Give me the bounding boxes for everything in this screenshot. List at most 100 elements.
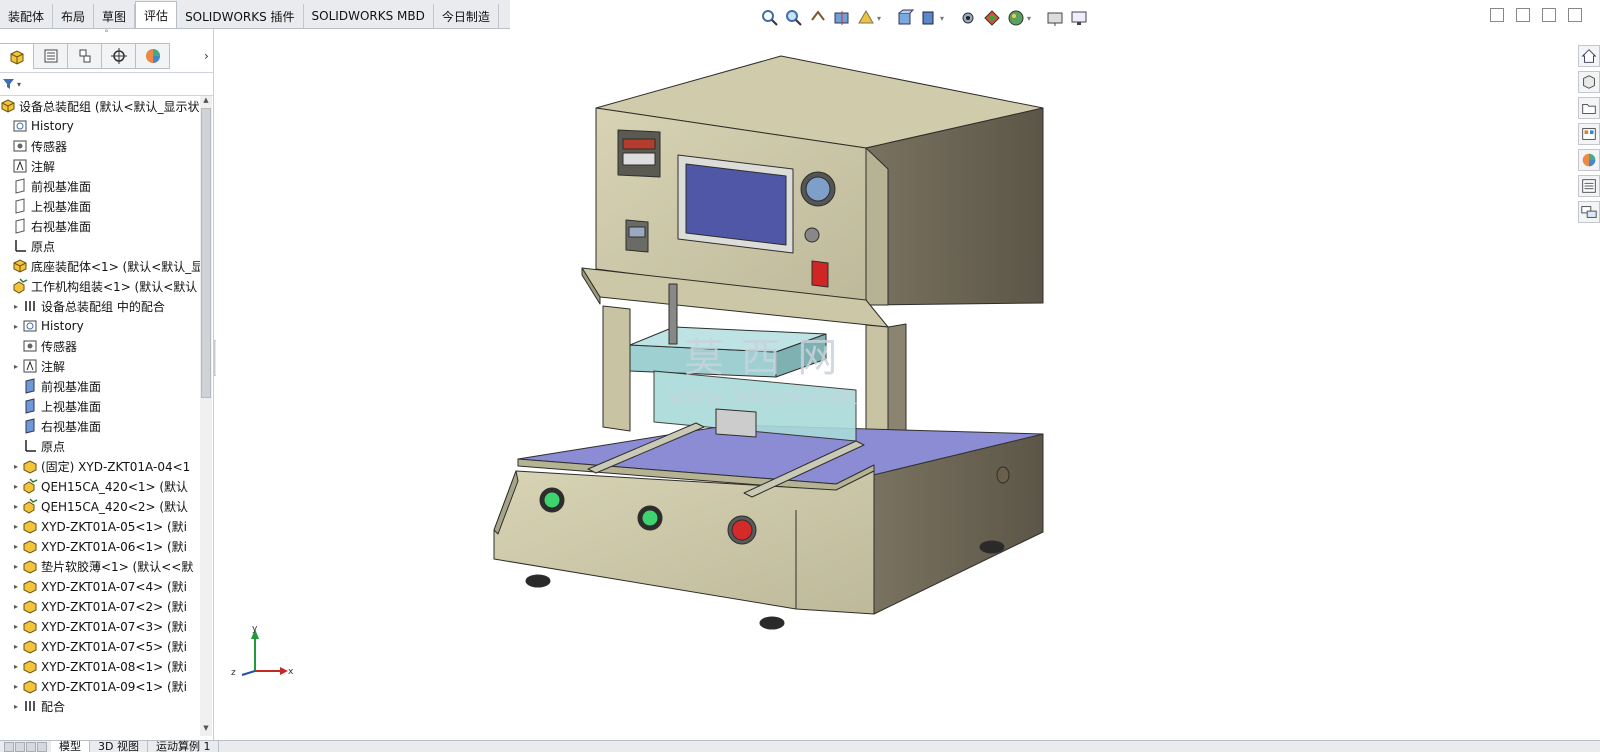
prev-tab-icon[interactable] xyxy=(15,741,25,752)
tree-item[interactable]: ▸ XYD-ZKT01A-05<1> (默i xyxy=(0,516,200,536)
first-tab-icon[interactable] xyxy=(4,741,14,752)
tree-item[interactable]: 传感器 xyxy=(0,336,200,356)
scroll-down-icon[interactable]: ▼ xyxy=(200,724,212,736)
tree-item[interactable]: ▸ 设备总装配组 中的配合 xyxy=(0,296,200,316)
tree-item[interactable]: 右视基准面 xyxy=(0,416,200,436)
filter-icon[interactable] xyxy=(2,77,16,91)
tree-item[interactable]: 注解 xyxy=(0,156,200,176)
expand-arrow-icon[interactable]: ▸ xyxy=(10,542,22,551)
bottom-tab-0[interactable]: 模型 xyxy=(51,741,90,752)
tree-item[interactable]: 上视基准面 xyxy=(0,396,200,416)
tree-item[interactable]: ▸ XYD-ZKT01A-09<1> (默i xyxy=(0,676,200,696)
home-icon[interactable] xyxy=(1578,45,1600,67)
bottom-tab-2[interactable]: 运动算例 1 xyxy=(148,741,220,752)
tree-item[interactable]: 右视基准面 xyxy=(0,216,200,236)
expand-arrow-icon[interactable]: ▸ xyxy=(10,362,22,371)
previous-view-icon[interactable] xyxy=(808,8,828,28)
tree-item[interactable]: ▸ XYD-ZKT01A-07<2> (默i xyxy=(0,596,200,616)
zoom-area-icon[interactable] xyxy=(784,8,804,28)
dropdown-caret-icon[interactable]: ▾ xyxy=(1027,14,1031,23)
zoom-to-fit-icon[interactable] xyxy=(760,8,780,28)
tree-item[interactable]: 底座装配体<1> (默认<默认_显 xyxy=(0,256,200,276)
scroll-thumb[interactable] xyxy=(201,108,211,398)
tab-4[interactable]: SOLIDWORKS 插件 xyxy=(177,4,304,28)
tree-item[interactable]: 前视基准面 xyxy=(0,176,200,196)
expand-arrow-icon[interactable]: ▸ xyxy=(10,322,22,331)
dynamic-annotation-icon[interactable] xyxy=(856,8,876,28)
design-library-icon[interactable] xyxy=(1578,71,1600,93)
expand-arrow-icon[interactable]: ▸ xyxy=(10,702,22,711)
tree-item[interactable]: 传感器 xyxy=(0,136,200,156)
next-tab-icon[interactable] xyxy=(26,741,36,752)
tree-item[interactable]: ▸ History xyxy=(0,316,200,336)
tab-2[interactable]: 草图 xyxy=(94,4,136,28)
tab-5[interactable]: SOLIDWORKS MBD xyxy=(303,4,434,28)
hide-show-icon[interactable] xyxy=(958,8,978,28)
expand-arrow-icon[interactable]: ▸ xyxy=(10,662,22,671)
bottom-tab-1[interactable]: 3D 视图 xyxy=(90,741,148,752)
minimize-icon[interactable] xyxy=(1490,8,1504,22)
tab-1[interactable]: 布局 xyxy=(53,4,95,28)
tab-0[interactable]: 装配体 xyxy=(0,4,54,28)
tree-item[interactable]: ▸ XYD-ZKT01A-08<1> (默i xyxy=(0,656,200,676)
expand-arrow-icon[interactable]: ▸ xyxy=(10,602,22,611)
maximize-icon[interactable] xyxy=(1542,8,1556,22)
close-icon[interactable] xyxy=(1568,8,1582,22)
last-tab-icon[interactable] xyxy=(37,741,47,752)
tree-item[interactable]: 工作机构组装<1> (默认<默认 xyxy=(0,276,200,296)
tree-item[interactable]: 上视基准面 xyxy=(0,196,200,216)
display-style-icon[interactable] xyxy=(919,8,939,28)
expand-arrow-icon[interactable]: ▸ xyxy=(10,302,22,311)
tree-filter[interactable]: ▾ xyxy=(0,72,214,96)
chevron-right-icon[interactable]: › xyxy=(204,49,209,63)
tree-item[interactable]: ▸ (固定) XYD-ZKT01A-04<1 xyxy=(0,456,200,476)
view-settings-icon[interactable] xyxy=(1045,8,1065,28)
section-view-icon[interactable] xyxy=(832,8,852,28)
display-manager-tab-icon[interactable] xyxy=(136,43,170,69)
scroll-up-icon[interactable]: ▲ xyxy=(200,96,212,108)
tree-item[interactable]: ▸ XYD-ZKT01A-07<3> (默i xyxy=(0,616,200,636)
featuremanager-tab-icon[interactable] xyxy=(0,43,34,69)
view-palette-icon[interactable] xyxy=(1578,123,1600,145)
restore-icon[interactable] xyxy=(1516,8,1530,22)
expand-arrow-icon[interactable]: ▸ xyxy=(10,582,22,591)
expand-arrow-icon[interactable]: ▸ xyxy=(10,482,22,491)
view-orientation-icon[interactable] xyxy=(895,8,915,28)
tree-item[interactable]: 原点 xyxy=(0,436,200,456)
edit-appearance-icon[interactable] xyxy=(982,8,1002,28)
dropdown-caret-icon[interactable]: ▾ xyxy=(940,14,944,23)
tree-item[interactable]: ▸ 配合 xyxy=(0,696,200,716)
tree-item[interactable]: ▸ XYD-ZKT01A-07<5> (默i xyxy=(0,636,200,656)
tree-item[interactable]: 原点 xyxy=(0,236,200,256)
display-icon[interactable] xyxy=(1069,8,1089,28)
forum-icon[interactable] xyxy=(1578,201,1600,223)
expand-arrow-icon[interactable]: ▸ xyxy=(10,642,22,651)
graphics-area[interactable]: y x z 莫 西 网 www.3dmox.com xyxy=(216,29,1578,740)
tree-item[interactable]: ▸ 垫片软胶薄<1> (默认<<默 xyxy=(0,556,200,576)
configurationmanager-tab-icon[interactable] xyxy=(68,43,102,69)
tree-item[interactable]: ▸ XYD-ZKT01A-06<1> (默i xyxy=(0,536,200,556)
expand-arrow-icon[interactable]: ▸ xyxy=(10,462,22,471)
custom-properties-icon[interactable] xyxy=(1578,175,1600,197)
expand-arrow-icon[interactable]: ▸ xyxy=(10,522,22,531)
tree-item[interactable]: ▸ XYD-ZKT01A-07<4> (默i xyxy=(0,576,200,596)
expand-arrow-icon[interactable]: ▸ xyxy=(10,562,22,571)
tree-item[interactable]: 设备总装配组 (默认<默认_显示状 xyxy=(0,96,200,116)
expand-arrow-icon[interactable]: ▸ xyxy=(10,622,22,631)
appearances-icon[interactable] xyxy=(1578,149,1600,171)
tree-item[interactable]: ▸ 注解 xyxy=(0,356,200,376)
file-explorer-icon[interactable] xyxy=(1578,97,1600,119)
expand-arrow-icon[interactable]: ▸ xyxy=(10,502,22,511)
tree-scrollbar[interactable]: ▲ ▼ xyxy=(200,96,212,736)
tree-item[interactable]: 前视基准面 xyxy=(0,376,200,396)
dimxpert-tab-icon[interactable] xyxy=(102,43,136,69)
apply-scene-icon[interactable] xyxy=(1006,8,1026,28)
tree-item[interactable]: History xyxy=(0,116,200,136)
tab-3[interactable]: 评估 xyxy=(135,1,178,28)
dropdown-caret-icon[interactable]: ▾ xyxy=(877,14,881,23)
tab-6[interactable]: 今日制造 xyxy=(433,4,499,28)
panel-grip[interactable]: ° xyxy=(0,29,213,41)
tree-item[interactable]: ▸ QEH15CA_420<2> (默认 xyxy=(0,496,200,516)
propertymanager-tab-icon[interactable] xyxy=(34,43,68,69)
expand-arrow-icon[interactable]: ▸ xyxy=(10,682,22,691)
